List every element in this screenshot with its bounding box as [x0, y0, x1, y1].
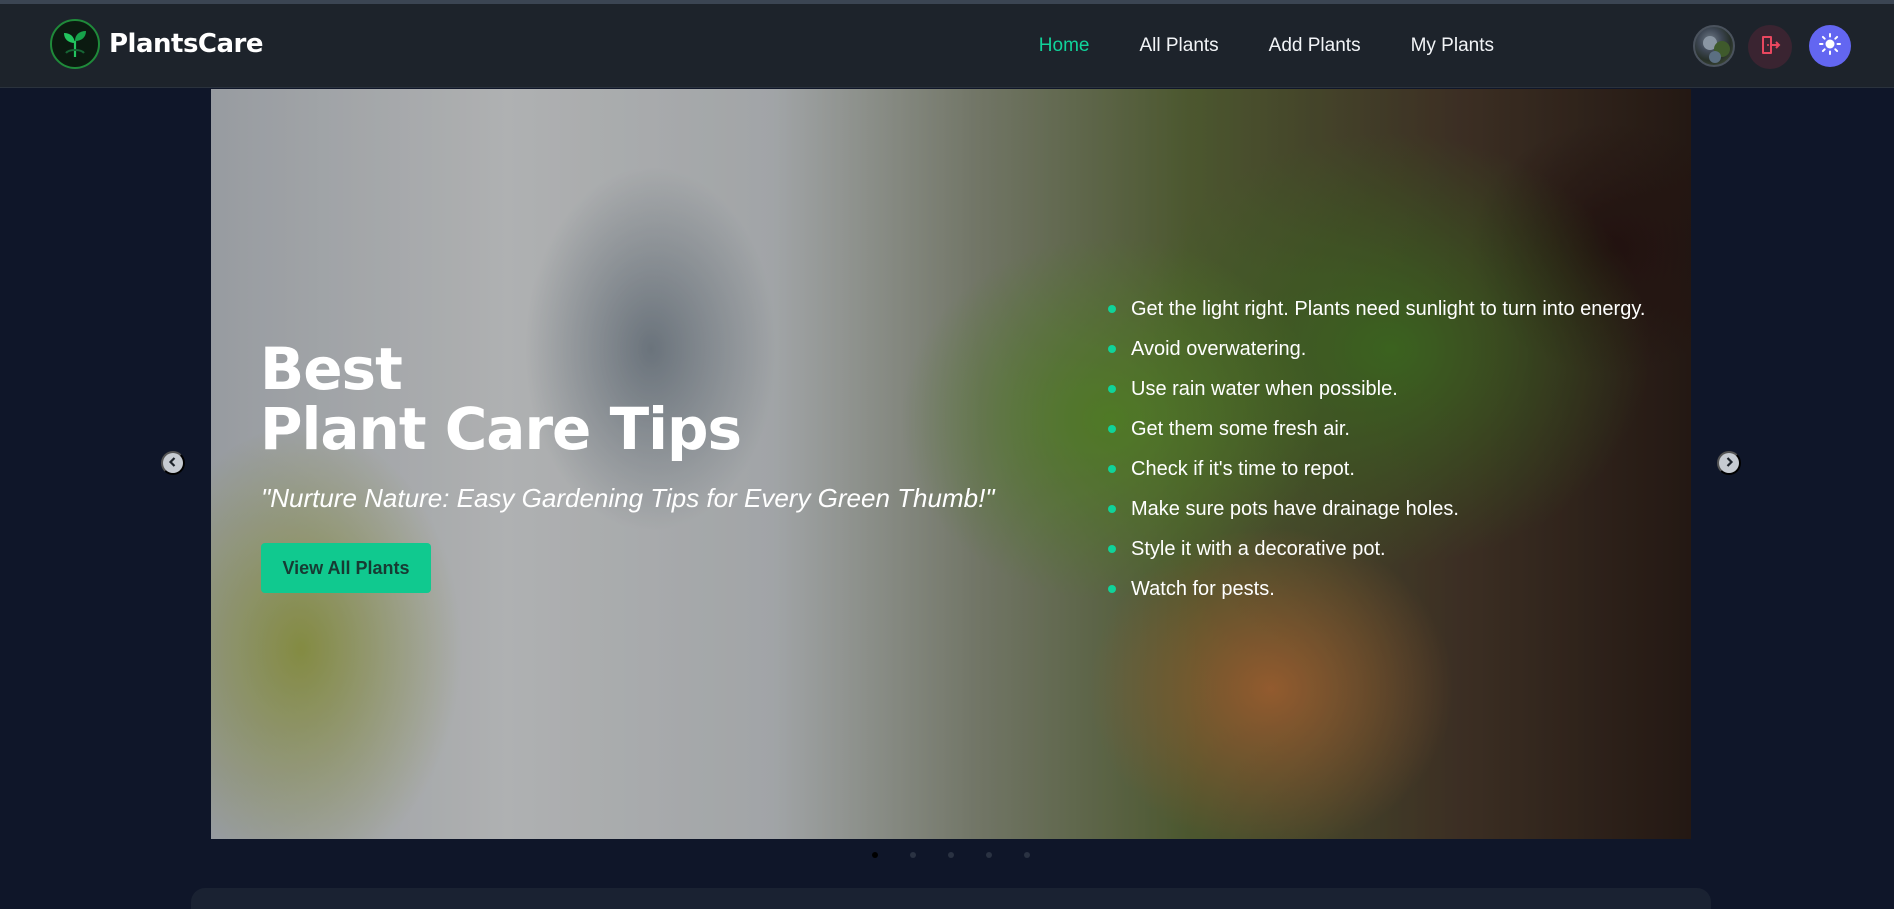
carousel-dot-4[interactable]	[986, 852, 992, 858]
avatar[interactable]	[1693, 25, 1735, 67]
tip-item: Get them some fresh air.	[1106, 414, 1666, 444]
bullet-icon	[1108, 505, 1116, 513]
tip-text: Get them some fresh air.	[1131, 418, 1350, 440]
tip-text: Check if it's time to repot.	[1131, 458, 1355, 480]
carousel-pagination	[872, 852, 1062, 858]
carousel-prev-button[interactable]	[161, 451, 185, 475]
tip-item: Check if it's time to repot.	[1106, 454, 1666, 484]
theme-toggle-button[interactable]	[1809, 25, 1851, 67]
tip-text: Style it with a decorative pot.	[1131, 538, 1386, 560]
hero-slide: Best Plant Care Tips "Nurture Nature: Ea…	[211, 89, 1691, 839]
tip-item: Use rain water when possible.	[1106, 374, 1666, 404]
tip-text: Avoid overwatering.	[1131, 338, 1307, 360]
carousel-dot-5[interactable]	[1024, 852, 1030, 858]
hero-title-line2: Plant Care Tips	[260, 395, 742, 463]
carousel-dot-3[interactable]	[948, 852, 954, 858]
hero-title: Best Plant Care Tips	[260, 339, 860, 459]
next-section-card	[191, 888, 1711, 909]
bullet-icon	[1108, 545, 1116, 553]
carousel-dot-1[interactable]	[872, 852, 878, 858]
tip-text: Use rain water when possible.	[1131, 378, 1398, 400]
bullet-icon	[1108, 305, 1116, 313]
nav-add-plants[interactable]: Add Plants	[1269, 35, 1361, 57]
tip-item: Watch for pests.	[1106, 574, 1666, 604]
brand[interactable]: PlantsCare	[50, 18, 264, 70]
nav-all-plants[interactable]: All Plants	[1139, 35, 1218, 57]
nav-my-plants[interactable]: My Plants	[1411, 35, 1494, 57]
nav-home[interactable]: Home	[1039, 35, 1090, 57]
tip-text: Watch for pests.	[1131, 578, 1275, 600]
tip-item: Style it with a decorative pot.	[1106, 534, 1666, 564]
tip-text: Make sure pots have drainage holes.	[1131, 498, 1459, 520]
logout-button[interactable]	[1748, 25, 1792, 69]
carousel-dot-2[interactable]	[910, 852, 916, 858]
tip-item: Avoid overwatering.	[1106, 334, 1666, 364]
view-all-plants-button[interactable]: View All Plants	[261, 543, 431, 593]
bullet-icon	[1108, 385, 1116, 393]
navbar: PlantsCare Home All Plants Add Plants My…	[0, 4, 1894, 88]
bullet-icon	[1108, 345, 1116, 353]
logout-icon	[1758, 33, 1782, 61]
leaf-sprout-icon	[50, 19, 100, 69]
hero-subtitle: "Nurture Nature: Easy Gardening Tips for…	[261, 483, 995, 513]
bullet-icon	[1108, 585, 1116, 593]
tips-list: Get the light right. Plants need sunligh…	[1106, 294, 1666, 614]
brand-name: PlantsCare	[109, 29, 264, 59]
tip-item: Make sure pots have drainage holes.	[1106, 494, 1666, 524]
hero-title-line1: Best	[260, 335, 403, 403]
tip-item: Get the light right. Plants need sunligh…	[1106, 294, 1666, 324]
sun-icon	[1818, 32, 1842, 60]
bullet-icon	[1108, 465, 1116, 473]
tip-text: Get the light right. Plants need sunligh…	[1131, 298, 1646, 320]
main-nav: Home All Plants Add Plants My Plants	[989, 4, 1494, 88]
bullet-icon	[1108, 425, 1116, 433]
carousel-next-button[interactable]	[1717, 451, 1741, 475]
chevron-left-icon	[167, 456, 179, 471]
chevron-right-icon	[1723, 456, 1735, 471]
